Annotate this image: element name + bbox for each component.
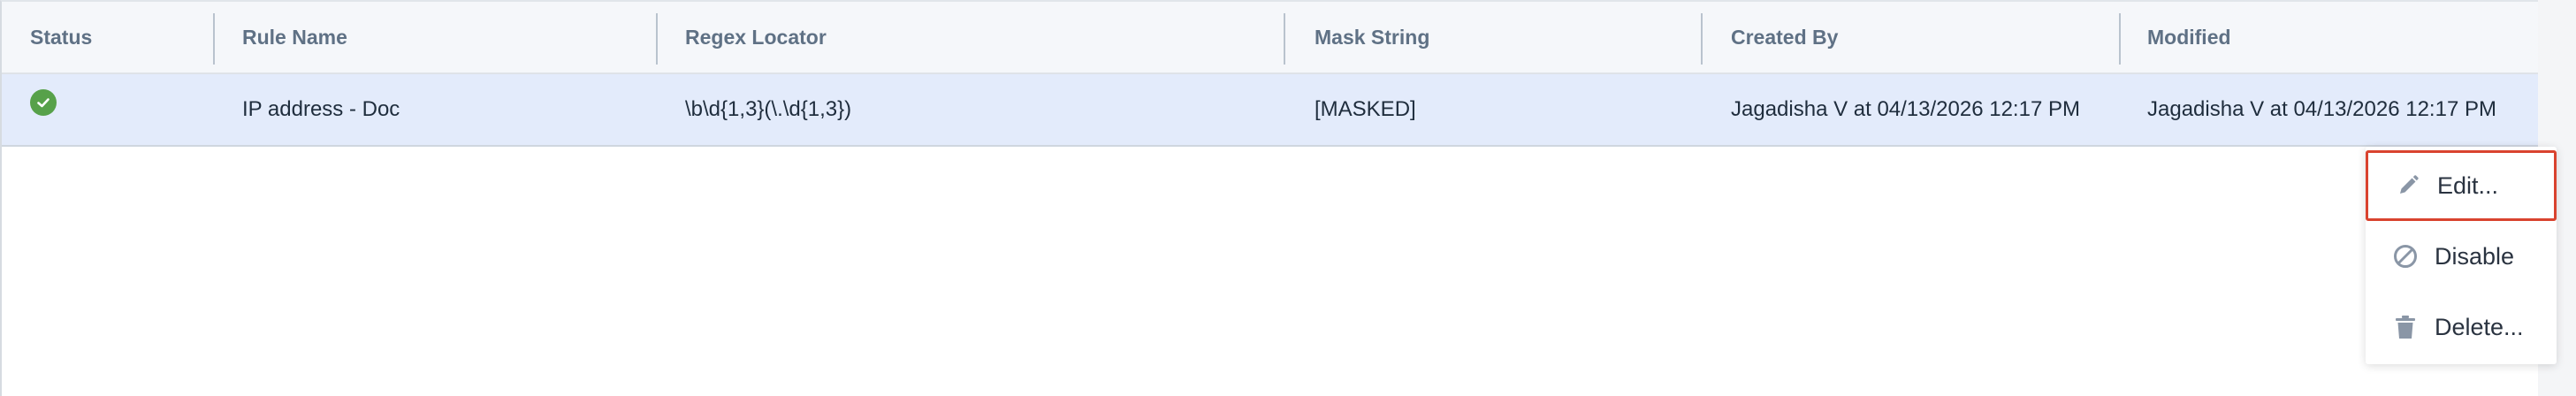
column-header-mask-string[interactable]: Mask String — [1315, 2, 1429, 72]
column-resize-handle[interactable] — [2119, 13, 2121, 65]
cell-modified: Jagadisha V at 04/13/2026 12:17 PM — [2147, 97, 2496, 121]
rules-table-panel: Status Rule Name Regex Locator Mask Stri… — [0, 0, 2557, 396]
cell-created-by: Jagadisha V at 04/13/2026 12:17 PM — [1731, 97, 2080, 121]
table-header: Status Rule Name Regex Locator Mask Stri… — [2, 2, 2538, 74]
column-resize-handle[interactable] — [1701, 13, 1703, 65]
menu-item-label: Delete... — [2435, 313, 2524, 340]
disable-icon — [2392, 243, 2419, 270]
row-context-menu: Edit... Disable Delete... — [2366, 147, 2557, 364]
menu-item-edit[interactable]: Edit... — [2366, 150, 2557, 221]
cell-regex-locator: \b\d{1,3}(\.\d{1,3}) — [685, 97, 852, 121]
menu-item-delete[interactable]: Delete... — [2366, 292, 2557, 362]
column-header-rule-name[interactable]: Rule Name — [242, 2, 347, 72]
column-header-regex-locator[interactable]: Regex Locator — [685, 2, 827, 72]
trash-icon — [2392, 314, 2419, 340]
menu-item-label: Edit... — [2437, 171, 2499, 199]
cell-mask-string: [MASKED] — [1315, 97, 1416, 121]
column-resize-handle[interactable] — [1284, 13, 1285, 65]
column-header-modified[interactable]: Modified — [2147, 2, 2231, 72]
column-resize-handle[interactable] — [656, 13, 658, 65]
pencil-icon — [2395, 172, 2421, 199]
menu-item-label: Disable — [2435, 242, 2515, 270]
cell-rule-name: IP address - Doc — [242, 97, 400, 121]
check-circle-icon — [30, 89, 57, 116]
column-header-created-by[interactable]: Created By — [1731, 2, 1838, 72]
menu-item-disable[interactable]: Disable — [2366, 221, 2557, 292]
table-row[interactable]: IP address - Doc \b\d{1,3}(\.\d{1,3}) [M… — [2, 74, 2538, 147]
column-resize-handle[interactable] — [213, 13, 215, 65]
column-header-status[interactable]: Status — [30, 2, 92, 72]
